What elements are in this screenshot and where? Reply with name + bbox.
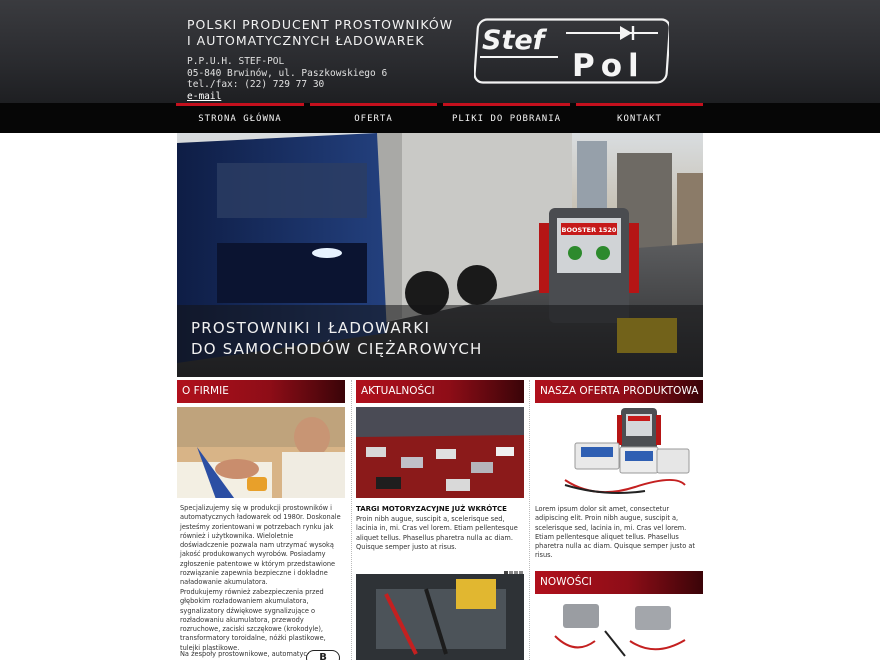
news-image bbox=[356, 407, 524, 498]
nav-item-home[interactable]: STRONA GŁÓWNA bbox=[176, 103, 304, 133]
site-tagline: POLSKI PRODUCENT PROSTOWNIKÓW I AUTOMATY… bbox=[187, 17, 453, 49]
column-divider bbox=[529, 380, 530, 660]
stef-pol-logo[interactable]: Stef Pol bbox=[474, 18, 669, 84]
news-item-title[interactable]: TARGI MOTORYZACYJNE JUŻ WKRÓTCE bbox=[356, 505, 507, 513]
news-image-2 bbox=[356, 574, 524, 660]
about-text-1: Specjalizujemy się w produkcji prostowni… bbox=[180, 504, 341, 587]
nav-item-offer[interactable]: OFERTA bbox=[310, 103, 437, 133]
column-divider bbox=[351, 380, 352, 660]
main-navigation: STRONA GŁÓWNA OFERTA PLIKI DO POBRANIA K… bbox=[0, 103, 880, 133]
nav-item-downloads[interactable]: PLIKI DO POBRANIA bbox=[443, 103, 570, 133]
hero-caption: PROSTOWNIKI I ŁADOWARKI DO SAMOCHODÓW CI… bbox=[177, 305, 703, 377]
news-item-text: Proin nibh augue, suscipit a, scelerisqu… bbox=[356, 515, 518, 551]
logo-text-pol: Pol bbox=[572, 48, 645, 84]
news-heading: AKTUALNOŚCI bbox=[356, 380, 524, 403]
diode-icon bbox=[620, 26, 632, 40]
company-contact: P.P.U.H. STEF-POL 05-840 Brwinów, ul. Pa… bbox=[187, 56, 387, 102]
certification-badge: B bbox=[306, 650, 340, 660]
offer-heading: NASZA OFERTA PRODUKTOWA bbox=[535, 380, 703, 403]
about-image bbox=[177, 407, 345, 498]
hero-headline: PROSTOWNIKI I ŁADOWARKI DO SAMOCHODÓW CI… bbox=[191, 318, 483, 360]
email-link[interactable]: e-mail bbox=[187, 91, 221, 102]
company-address: 05-840 Brwinów, ul. Paszkowskiego 6 bbox=[187, 67, 388, 79]
about-heading: O FIRMIE bbox=[177, 380, 345, 403]
logo-text-stef: Stef bbox=[482, 25, 548, 56]
offer-text: Lorem ipsum dolor sit amet, consectetur … bbox=[535, 505, 695, 560]
new-products-heading: NOWOŚCI bbox=[535, 571, 703, 594]
hero-line-2: DO SAMOCHODÓW CIĘŻAROWYCH bbox=[191, 340, 483, 358]
tagline-line-1: POLSKI PRODUCENT PROSTOWNIKÓW bbox=[187, 17, 454, 32]
tagline-line-2: I AUTOMATYCZNYCH ŁADOWAREK bbox=[187, 33, 425, 48]
offer-image bbox=[535, 405, 703, 500]
company-phone: tel./fax: (22) 729 77 30 bbox=[187, 79, 325, 90]
hero-banner: BOOSTER 1520 PROSTOWNIKI I ŁADOWARKI DO … bbox=[177, 133, 703, 377]
about-text-2: Produkujemy również zabezpieczenia przed… bbox=[180, 588, 326, 652]
booster-label: BOOSTER 1520 bbox=[562, 226, 617, 234]
site-header: POLSKI PRODUCENT PROSTOWNIKÓW I AUTOMATY… bbox=[0, 0, 880, 103]
nav-item-contact[interactable]: KONTAKT bbox=[576, 103, 703, 133]
hero-line-1: PROSTOWNIKI I ŁADOWARKI bbox=[191, 319, 431, 337]
new-products-image bbox=[535, 596, 703, 660]
about-text-3: Na zespoły prostownikowe, automatyc- bbox=[180, 650, 310, 658]
company-name: P.P.U.H. STEF-POL bbox=[187, 56, 285, 67]
